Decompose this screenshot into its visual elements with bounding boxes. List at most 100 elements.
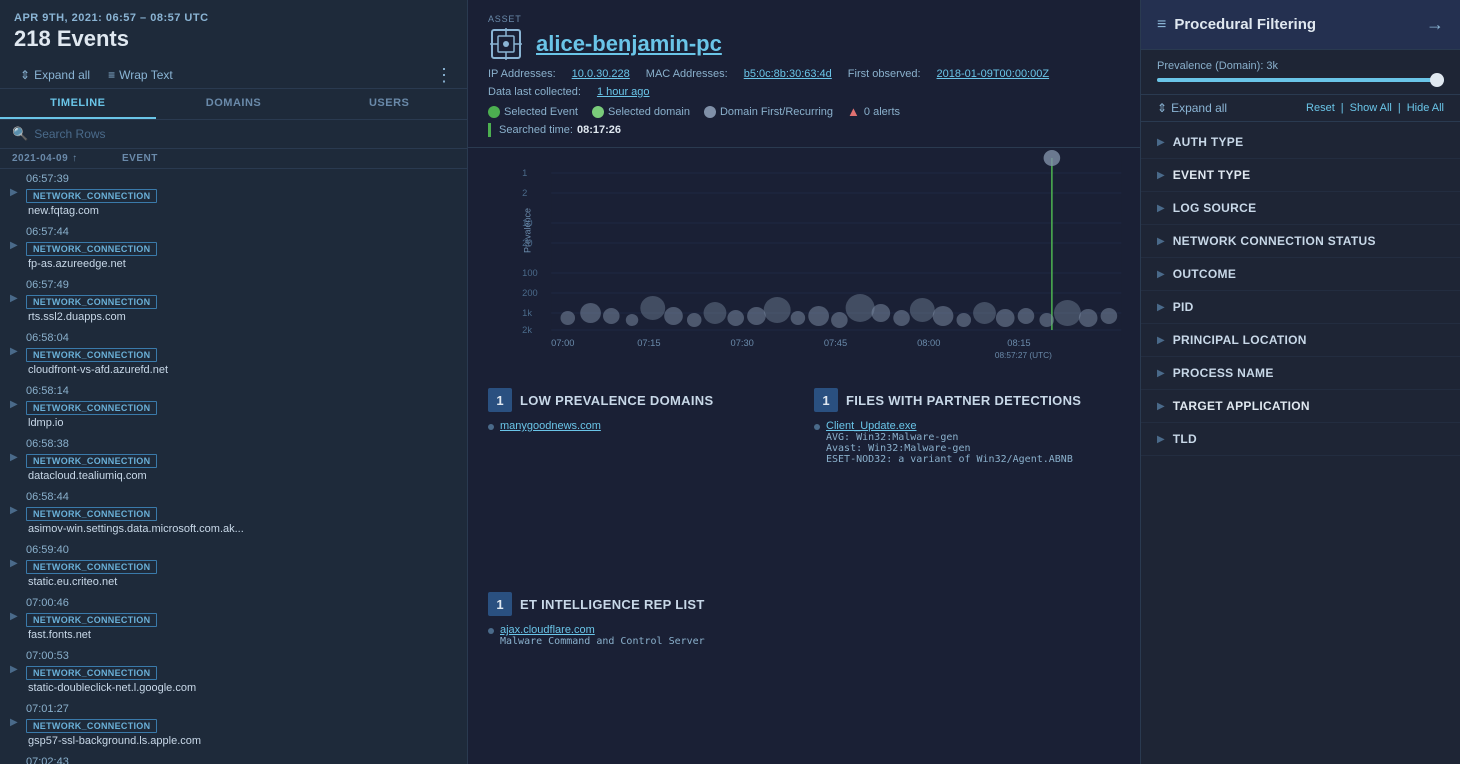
insight-domain[interactable]: Client_Update.exe <box>826 420 1073 432</box>
filter-chevron-icon: ▶ <box>1157 401 1165 412</box>
event-badge: NETWORK_CONNECTION <box>26 613 157 627</box>
event-domain: fp-as.azureedge.net <box>26 258 459 270</box>
event-row[interactable]: ▶ 06:58:04 NETWORK_CONNECTION cloudfront… <box>0 328 467 381</box>
event-row[interactable]: ▶ 06:58:38 NETWORK_CONNECTION datacloud.… <box>0 434 467 487</box>
event-row[interactable]: ▶ 06:58:44 NETWORK_CONNECTION asimov-win… <box>0 487 467 540</box>
event-row[interactable]: ▶ 07:00:53 NETWORK_CONNECTION static-dou… <box>0 646 467 699</box>
slider-fill <box>1157 78 1444 82</box>
wrap-text-icon: ≡ <box>108 68 115 82</box>
event-expand-btn[interactable]: ▶ <box>8 238 22 253</box>
svg-text:Prevalence: Prevalence <box>522 208 532 253</box>
event-time: 06:58:04 <box>26 332 459 344</box>
filter-item[interactable]: ▶ PID <box>1141 291 1460 324</box>
slider-thumb[interactable] <box>1430 73 1444 87</box>
event-row[interactable]: ▶ 07:01:27 NETWORK_CONNECTION gsp57-ssl-… <box>0 699 467 752</box>
tab-users[interactable]: USERS <box>311 89 467 119</box>
insight-card: 1 LOW PREVALENCE DOMAINS manygoodnews.co… <box>488 388 794 572</box>
expand-all-right-label: Expand all <box>1171 101 1227 115</box>
event-row[interactable]: ▶ 06:57:39 NETWORK_CONNECTION new.fqtag.… <box>0 169 467 222</box>
event-expand-btn[interactable]: ▶ <box>8 662 22 677</box>
filter-item[interactable]: ▶ AUTH TYPE <box>1141 126 1460 159</box>
event-domain: new.fqtag.com <box>26 205 459 217</box>
event-row[interactable]: ▶ 07:00:46 NETWORK_CONNECTION fast.fonts… <box>0 593 467 646</box>
event-row[interactable]: ▶ 06:59:40 NETWORK_CONNECTION static.eu.… <box>0 540 467 593</box>
middle-panel: ASSET alice-benjamin-pc IP Addresses: 10… <box>468 0 1140 764</box>
date-range: APR 9TH, 2021: 06:57 – 08:57 UTC <box>14 12 453 24</box>
filter-name: TLD <box>1173 432 1197 446</box>
asset-meta: IP Addresses: 10.0.30.228 MAC Addresses:… <box>488 68 1120 80</box>
left-panel: APR 9TH, 2021: 06:57 – 08:57 UTC 218 Eve… <box>0 0 468 764</box>
filter-chevron-icon: ▶ <box>1157 269 1165 280</box>
hide-all-button[interactable]: Hide All <box>1407 102 1444 114</box>
event-domain: asimov-win.settings.data.microsoft.com.a… <box>26 523 459 535</box>
filter-item[interactable]: ▶ EVENT TYPE <box>1141 159 1460 192</box>
events-list: ▶ 06:57:39 NETWORK_CONNECTION new.fqtag.… <box>0 169 467 764</box>
event-row[interactable]: ▶ 06:58:14 NETWORK_CONNECTION ldmp.io <box>0 381 467 434</box>
data-collected-value[interactable]: 1 hour ago <box>597 86 650 98</box>
event-badge: NETWORK_CONNECTION <box>26 666 157 680</box>
asset-label: ASSET <box>488 14 1120 24</box>
filter-name: PRINCIPAL LOCATION <box>1173 333 1307 347</box>
insight-domain[interactable]: manygoodnews.com <box>500 420 601 432</box>
event-time: 07:00:46 <box>26 597 459 609</box>
filter-item[interactable]: ▶ LOG SOURCE <box>1141 192 1460 225</box>
event-content: 06:58:44 NETWORK_CONNECTION asimov-win.s… <box>26 491 459 535</box>
event-expand-btn[interactable]: ▶ <box>8 503 22 518</box>
event-content: 07:00:53 NETWORK_CONNECTION static-doubl… <box>26 650 459 694</box>
sort-icon[interactable]: ↑ <box>72 153 78 164</box>
event-row[interactable]: ▶ 06:57:49 NETWORK_CONNECTION rts.ssl2.d… <box>0 275 467 328</box>
alert-icon: ▲ <box>847 104 860 119</box>
expand-all-button[interactable]: ⇕ Expand all <box>14 66 96 84</box>
event-expand-btn[interactable]: ▶ <box>8 556 22 571</box>
first-observed-value[interactable]: 2018-01-09T00:00:00Z <box>937 68 1050 80</box>
separator: | <box>1341 102 1344 114</box>
search-bar: 🔍 <box>0 120 467 149</box>
asset-header: ASSET alice-benjamin-pc IP Addresses: 10… <box>468 0 1140 148</box>
event-row[interactable]: ▶ 06:57:44 NETWORK_CONNECTION fp-as.azur… <box>0 222 467 275</box>
event-time: 06:57:44 <box>26 226 459 238</box>
event-domain: gsp57-ssl-background.ls.apple.com <box>26 735 459 747</box>
event-expand-btn[interactable]: ▶ <box>8 397 22 412</box>
slider-track[interactable] <box>1157 78 1444 82</box>
event-row[interactable]: ▶ 07:02:43 NETWORK_CONNECTION static1.sq… <box>0 752 467 764</box>
wrap-text-button[interactable]: ≡ Wrap Text <box>102 66 179 84</box>
event-content: 06:59:40 NETWORK_CONNECTION static.eu.cr… <box>26 544 459 588</box>
insight-num: 1 <box>488 592 512 616</box>
filter-item[interactable]: ▶ NETWORK CONNECTION STATUS <box>1141 225 1460 258</box>
filter-item[interactable]: ▶ OUTCOME <box>1141 258 1460 291</box>
kebab-menu-button[interactable]: ⋮ <box>429 66 459 84</box>
asset-name[interactable]: alice-benjamin-pc <box>536 31 722 57</box>
asset-meta-2: Data last collected: 1 hour ago <box>488 86 1120 98</box>
event-expand-btn[interactable]: ▶ <box>8 450 22 465</box>
event-expand-btn[interactable]: ▶ <box>8 609 22 624</box>
event-expand-btn[interactable]: ▶ <box>8 715 22 730</box>
insight-detail: AVG: Win32:Malware-gen <box>826 432 1073 443</box>
show-all-button[interactable]: Show All <box>1350 102 1392 114</box>
insight-header: 1 ET INTELLIGENCE REP LIST <box>488 592 1120 616</box>
event-domain: datacloud.tealiumiq.com <box>26 470 459 482</box>
search-input[interactable] <box>34 127 455 141</box>
tab-timeline[interactable]: TIMELINE <box>0 89 156 119</box>
expand-all-right-button[interactable]: ⇕ Expand all <box>1157 101 1227 115</box>
filter-item[interactable]: ▶ PRINCIPAL LOCATION <box>1141 324 1460 357</box>
insight-domain[interactable]: ajax.cloudflare.com <box>500 624 705 636</box>
legend-dot-green <box>488 106 500 118</box>
event-expand-btn[interactable]: ▶ <box>8 344 22 359</box>
filter-item[interactable]: ▶ TLD <box>1141 423 1460 456</box>
filter-item[interactable]: ▶ TARGET APPLICATION <box>1141 390 1460 423</box>
searched-time: Searched time: 08:17:26 <box>488 123 1120 137</box>
tab-domains[interactable]: DOMAINS <box>156 89 312 119</box>
mac-value[interactable]: b5:0c:8b:30:63:4d <box>744 68 832 80</box>
col-event-header: EVENT <box>122 153 455 164</box>
event-expand-btn[interactable]: ▶ <box>8 291 22 306</box>
legend-selected-event: Selected Event <box>488 106 578 118</box>
event-badge: NETWORK_CONNECTION <box>26 507 157 521</box>
filter-item[interactable]: ▶ PROCESS NAME <box>1141 357 1460 390</box>
ip-value[interactable]: 10.0.30.228 <box>572 68 630 80</box>
reset-button[interactable]: Reset <box>1306 102 1335 114</box>
arrow-button[interactable]: → <box>1426 14 1444 35</box>
insight-title: FILES WITH PARTNER DETECTIONS <box>846 393 1081 408</box>
legend-selected-domain: Selected domain <box>592 106 690 118</box>
ip-label: IP Addresses: <box>488 68 556 80</box>
event-expand-btn[interactable]: ▶ <box>8 185 22 200</box>
